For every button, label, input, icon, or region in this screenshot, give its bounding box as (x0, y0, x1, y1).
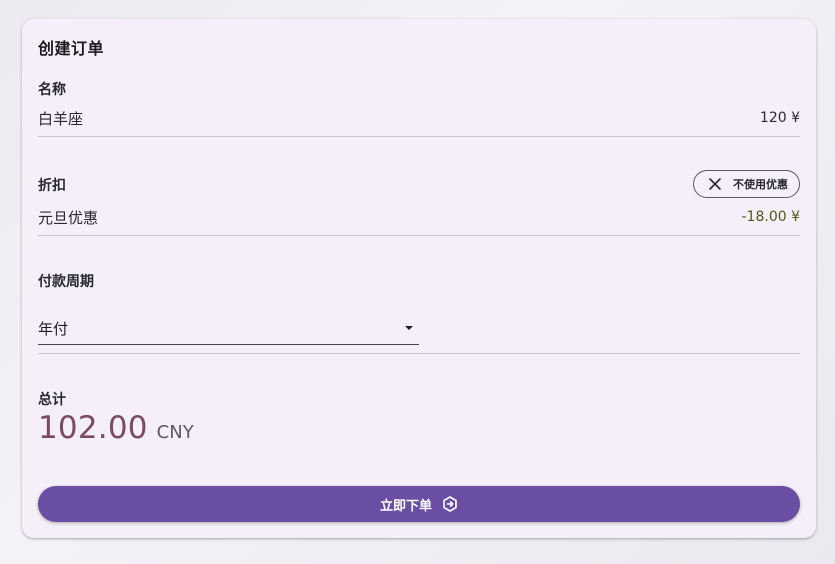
no-coupon-label: 不使用优惠 (733, 178, 788, 191)
no-coupon-button[interactable]: 不使用优惠 (693, 170, 800, 198)
billing-period-label: 付款周期 (38, 274, 94, 290)
caret-down-icon (405, 326, 413, 330)
page-title: 创建订单 (38, 39, 105, 58)
place-order-label: 立即下单 (379, 498, 432, 514)
discount-amount: -18.00 ¥ (741, 209, 801, 225)
total-amount-value: 102.00 (38, 410, 148, 446)
divider (38, 353, 800, 354)
total-label: 总计 (38, 392, 66, 408)
create-order-card: 创建订单 名称 白羊座 120 ¥ 折扣 不使用优惠 元旦优惠 -18.00 ¥… (22, 19, 816, 538)
divider (38, 235, 800, 236)
billing-period-select[interactable]: 年付 (38, 311, 419, 345)
product-name: 白羊座 (38, 110, 84, 128)
product-price: 120 ¥ (759, 110, 800, 126)
arrow-right-circle-icon (442, 496, 458, 512)
place-order-button[interactable]: 立即下单 (38, 486, 800, 522)
total-amount: 102.00 CNY (38, 410, 194, 446)
coupon-name: 元旦优惠 (38, 209, 99, 227)
billing-period-value: 年付 (38, 320, 69, 338)
discount-section-label: 折扣 (38, 178, 66, 194)
name-section-label: 名称 (38, 82, 66, 98)
total-currency: CNY (156, 422, 194, 443)
close-icon (708, 177, 722, 191)
divider (38, 136, 800, 137)
